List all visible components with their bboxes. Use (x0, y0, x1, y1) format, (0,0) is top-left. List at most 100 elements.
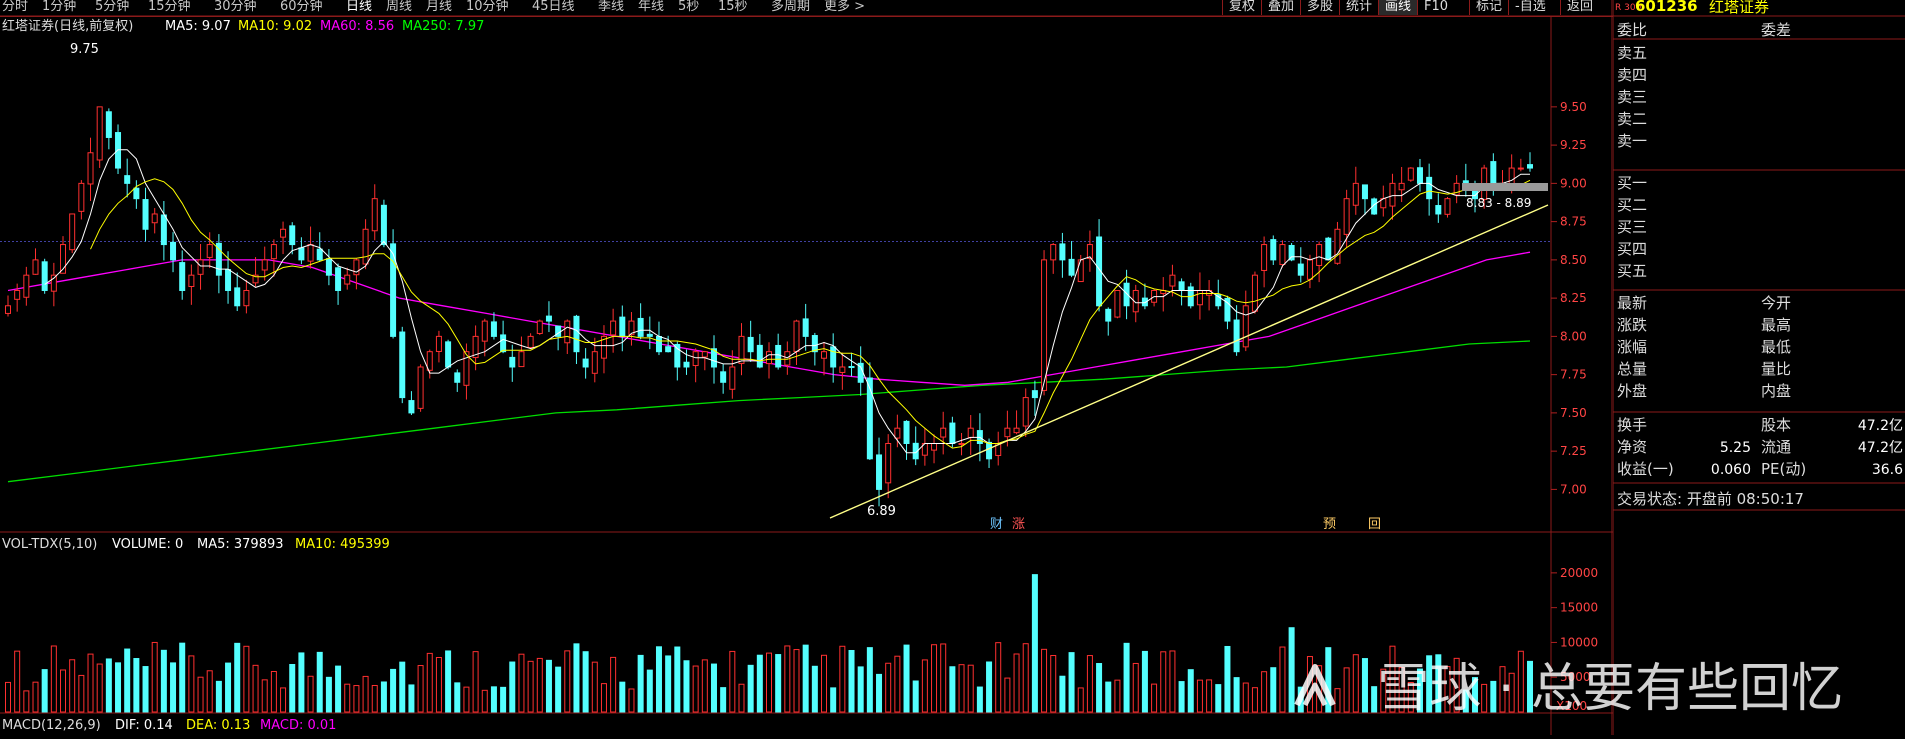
volume-bar (472, 651, 479, 713)
forecast-marker[interactable]: 预 (1323, 517, 1336, 532)
bid-level-1: 买二 (1617, 196, 1647, 214)
candle-body (1426, 176, 1433, 200)
volume-bar (160, 649, 167, 713)
candle-body (261, 259, 268, 271)
candle-body (335, 267, 342, 291)
volume-bar (170, 662, 177, 713)
price-tick-label-10: 7.00 (1560, 482, 1587, 496)
volume-bar (967, 664, 974, 713)
candle-body (188, 274, 195, 287)
volume-bar (958, 664, 965, 713)
price-tick-label-4: 8.50 (1560, 253, 1587, 267)
volume-bar (69, 659, 76, 713)
candle-body (32, 259, 39, 275)
low-price-label: 6.89 (867, 504, 896, 519)
candle-body (481, 320, 488, 342)
high-price-label: 9.75 (70, 42, 99, 57)
volume-bar (426, 652, 433, 713)
volume-bar (518, 653, 525, 713)
volume-bar (252, 664, 259, 713)
candle-body (674, 343, 681, 368)
stat-label-left-2: 涨幅 (1617, 338, 1647, 356)
candle-body (802, 318, 809, 337)
candle-body (876, 454, 883, 490)
volume-bar (1251, 687, 1258, 713)
candle-body (793, 320, 800, 352)
price-tick-label-6: 8.00 (1560, 329, 1587, 343)
candle-body (1361, 184, 1368, 200)
candle-body (298, 247, 305, 261)
volume-bar (1077, 687, 1084, 713)
candle-body (701, 351, 708, 358)
stat-label-left-3: 总量 (1617, 360, 1647, 378)
candle-body (170, 241, 177, 261)
volume-bar (628, 688, 635, 713)
xueqiu-logo-icon (1294, 664, 1336, 707)
volume-bar (60, 669, 67, 713)
fund-label-1: 净资 (1617, 438, 1647, 456)
volume-bar (435, 656, 442, 713)
candle-body (1031, 390, 1038, 399)
candle-body (1288, 244, 1295, 261)
volume-bar (527, 660, 534, 713)
legend-volume: VOL-TDX(5,10) VOLUME: 0 MA5: 379893 MA10… (2, 537, 390, 552)
volume-bar (1169, 650, 1176, 713)
candle-body (775, 344, 782, 368)
bid-level-3: 买四 (1617, 240, 1647, 258)
candle-body (133, 187, 140, 200)
volume-bar (674, 646, 681, 713)
candle-body (316, 248, 323, 261)
volume-bar (1270, 667, 1277, 713)
ma5-line (44, 149, 1530, 454)
review-marker[interactable]: 回 (1368, 517, 1381, 532)
volume-bar (610, 656, 617, 713)
candle-body (151, 213, 158, 224)
volume-bar (710, 663, 717, 713)
volume-bar (1206, 679, 1213, 713)
macd-dea: DEA: 0.13 (186, 718, 250, 733)
label-weibi: 委比 (1617, 21, 1647, 39)
candle-body (1416, 167, 1423, 184)
candle-body (23, 274, 30, 298)
candle-body (766, 351, 772, 365)
fund-label2-1: 流通 (1761, 438, 1791, 456)
macd-value: MACD: 0.01 (260, 718, 336, 733)
stat-label-left-1: 涨跌 (1617, 316, 1647, 334)
candle-body (1114, 289, 1121, 318)
candle-body (573, 315, 580, 353)
volume-bar (885, 662, 892, 713)
volume-bar (1178, 681, 1185, 713)
candle-body (307, 244, 314, 262)
volume-bar (96, 663, 103, 713)
candle-body (903, 420, 910, 444)
candle-body (1462, 180, 1469, 184)
finance-marker[interactable]: 财 (990, 517, 1003, 532)
volume-bar (344, 683, 351, 713)
ma10-legend: MA10: 9.02 (238, 19, 312, 34)
candle-body (1169, 274, 1176, 287)
volume-bar (720, 687, 727, 713)
candle-body (1041, 259, 1048, 391)
volume-bar (115, 662, 122, 713)
candle-body (41, 261, 48, 291)
volume-bar (1132, 662, 1139, 713)
volume-bar (1031, 574, 1038, 713)
volume-bar (298, 652, 305, 713)
candle-body (619, 316, 626, 337)
trend-line[interactable] (829, 204, 1549, 519)
volume-bar (729, 650, 736, 713)
volume-bar (830, 687, 837, 713)
rise-marker[interactable]: 涨 (1012, 517, 1025, 532)
legend-price: 红塔证券(日线,前复权) MA5: 9.07 MA10: 9.02 MA60: … (2, 18, 484, 34)
candle-body (160, 214, 167, 246)
candle-body (756, 344, 763, 368)
candle-body (234, 287, 241, 307)
volume-bar (573, 643, 580, 713)
candle-body (1196, 289, 1203, 306)
candle-body (1352, 182, 1359, 206)
fund-value2-1: 47.2亿 (1858, 440, 1903, 456)
ma10-line (90, 178, 1531, 449)
candle-body (1517, 167, 1524, 170)
fund-value-2: 0.060 (1711, 462, 1751, 478)
kline-chart[interactable]: 9.50 9.25 9.00 8.75 8.50 8.25 8.00 7.75 7.50 7.25… (0, 0, 1613, 735)
